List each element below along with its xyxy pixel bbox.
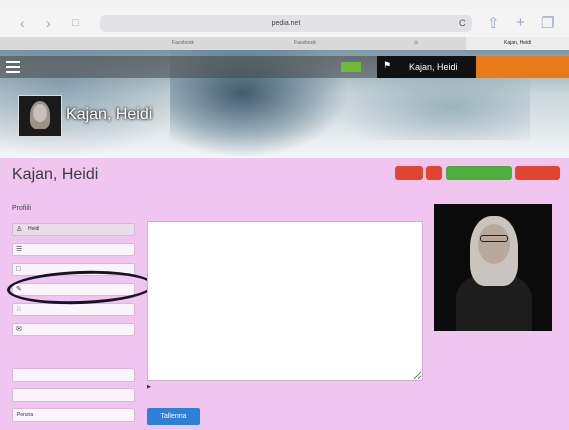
bookmarks-icon[interactable]: □ — [72, 16, 79, 30]
action-button-4[interactable] — [515, 166, 560, 180]
avatar — [18, 95, 62, 137]
user-icon: ⚑ — [383, 60, 392, 70]
sidebar-item-people[interactable]: ♘ — [12, 303, 135, 316]
profile-content: Kajan, Heidi Profiili ♙ Heidi ☰ □ ✎ ♘ ✉ … — [0, 158, 569, 430]
menu-icon[interactable] — [6, 61, 20, 73]
address-bar[interactable]: pedia.net — [100, 15, 472, 32]
share-icon[interactable]: ⇧ — [487, 14, 500, 32]
list-item[interactable] — [12, 388, 135, 402]
flag-icon[interactable] — [341, 62, 361, 72]
browser-tab[interactable] — [0, 37, 122, 50]
sidebar-item-own-courses[interactable]: ☰ — [12, 243, 135, 256]
browser-tab-active[interactable]: Kajan, Heidi — [466, 37, 569, 50]
save-button[interactable]: Tallenna — [147, 408, 200, 425]
browser-tab[interactable]: Facebook — [244, 37, 366, 50]
site-navbar: ⚑ Kajan, Heidi — [0, 56, 569, 78]
reload-icon[interactable]: C — [459, 18, 466, 28]
list-item[interactable]: Peruna — [12, 408, 135, 422]
action-button-2[interactable] — [426, 166, 442, 180]
logout-button[interactable] — [476, 56, 569, 78]
folder-icon: □ — [16, 266, 21, 273]
mail-icon: ✉ — [16, 326, 22, 333]
browser-tab[interactable]: Facebook — [122, 37, 244, 50]
user-name: Kajan, Heidi — [409, 62, 458, 72]
browser-tab-close-icon[interactable]: ⊙ — [366, 37, 466, 50]
own-links-list: Peruna — [12, 368, 135, 428]
sidebar-item-label: Heidi — [28, 226, 40, 232]
profile-links — [112, 171, 127, 177]
back-icon[interactable]: ‹ — [20, 16, 25, 30]
action-button-1[interactable] — [395, 166, 423, 180]
action-button-3[interactable] — [446, 166, 512, 180]
profile-section-heading: Profiili — [12, 205, 32, 212]
page-title: Kajan, Heidi — [12, 166, 99, 183]
browser-toolbar: ‹ › □ pedia.net C ⇧ + ❐ — [0, 9, 569, 37]
address-text: pedia.net — [271, 20, 301, 27]
person-icon: ♙ — [16, 226, 23, 233]
forward-icon[interactable]: › — [46, 16, 51, 30]
tabs-overview-icon[interactable]: ❐ — [541, 14, 554, 32]
profile-banner: ⚑ Kajan, Heidi Kajan, Heidi — [0, 50, 569, 158]
sidebar-item-messages[interactable]: ✉ — [12, 323, 135, 336]
people-icon: ♘ — [16, 306, 23, 313]
privacy-toggle[interactable]: ▶ — [147, 384, 151, 390]
list-item[interactable] — [12, 368, 135, 382]
list-icon: ☰ — [16, 246, 23, 253]
profile-photo — [434, 204, 552, 331]
sidebar-item-profile[interactable]: ♙ Heidi — [12, 223, 135, 236]
new-tab-icon[interactable]: + — [516, 14, 525, 31]
banner-title: Kajan, Heidi — [66, 106, 153, 123]
user-menu[interactable]: ⚑ Kajan, Heidi — [377, 56, 476, 78]
browser-tab-strip: Facebook Facebook ⊙ Kajan, Heidi — [0, 37, 569, 50]
note-textarea[interactable] — [147, 221, 423, 381]
